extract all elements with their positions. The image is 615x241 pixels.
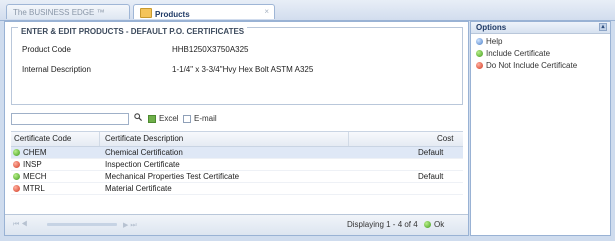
excel-label: Excel [159,114,179,123]
collapse-icon[interactable]: ▴ [599,23,607,31]
status-green-icon [13,173,20,180]
ok-icon [424,221,431,228]
table-row[interactable]: MECH Mechanical Properties Test Certific… [11,171,463,183]
grid-footer: ⏮ ◀ ▶ ⏭ Displaying 1 - 4 of 4 Ok [5,214,468,235]
search-icon[interactable] [134,113,142,121]
product-code-value: HHB1250X3750A325 [172,45,249,54]
excel-checkbox[interactable] [148,115,156,123]
option-exclude-label: Do Not Include Certificate [486,61,578,70]
option-include-label: Include Certificate [486,49,551,58]
status-red-icon [13,161,20,168]
pager-prev-icon[interactable]: ⏮ ◀ [13,221,28,229]
column-divider [99,132,100,146]
cell-code: CHEM [23,148,47,157]
ok-label: Ok [434,220,445,229]
options-panel: Options ▴ Help Include Certificate Do No… [470,21,611,236]
pager-bar [47,223,117,226]
options-header: Options ▴ [471,22,610,34]
grid-toolbar: Excel E-mail [11,113,463,127]
column-divider [348,132,349,146]
include-icon [476,50,483,57]
cell-code: MECH [23,172,47,181]
grid-header: Certificate Code Certificate Description… [11,132,463,147]
email-label: E-mail [194,114,217,123]
cell-description: Material Certificate [105,184,172,193]
tab-products[interactable]: Products × [133,4,275,19]
main-panel: ENTER & EDIT PRODUCTS - DEFAULT P.O. CER… [4,21,469,236]
tab-bar: The BUSINESS EDGE ™ Products × [0,0,615,21]
paging-status: Displaying 1 - 4 of 4 [347,220,418,229]
exclude-icon [476,62,483,69]
option-exclude-certificate[interactable]: Do Not Include Certificate [476,61,577,70]
cell-code: MTRL [23,184,45,193]
cell-description: Inspection Certificate [105,160,180,169]
cell-cost: Default [418,172,444,181]
cell-description: Chemical Certification [105,148,183,157]
cell-cost: Default [418,148,444,157]
option-help-label: Help [486,37,503,46]
product-code-row: Product Code HHB1250X3750A325 [22,45,249,54]
search-input[interactable] [11,113,129,125]
options-title: Options [476,23,507,32]
status-green-icon [13,149,20,156]
cell-code: INSP [23,160,42,169]
product-code-label: Product Code [22,45,71,54]
internal-description-label: Internal Description [22,65,91,74]
tab-business-edge-label: The BUSINESS EDGE ™ [13,8,105,17]
fieldset-legend: ENTER & EDIT PRODUCTS - DEFAULT P.O. CER… [18,27,248,36]
close-tab-icon[interactable]: × [264,7,269,16]
table-row[interactable]: CHEM Chemical Certification Default [11,147,463,159]
internal-description-row: Internal Description 1-1/4" x 3-3/4"Hvy … [22,65,313,74]
col-certificate-description[interactable]: Certificate Description [105,134,183,143]
tab-business-edge[interactable]: The BUSINESS EDGE ™ [6,4,130,19]
pager-next-icon[interactable]: ▶ ⏭ [123,221,137,230]
tab-products-label: Products [155,10,190,19]
internal-description-value: 1-1/4" x 3-3/4"Hvy Hex Bolt ASTM A325 [172,65,314,74]
table-row[interactable]: MTRL Material Certificate [11,183,463,195]
option-include-certificate[interactable]: Include Certificate [476,49,550,58]
ok-button[interactable]: Ok [424,220,444,229]
product-fieldset: ENTER & EDIT PRODUCTS - DEFAULT P.O. CER… [11,27,463,105]
status-red-icon [13,185,20,192]
cell-description: Mechanical Properties Test Certificate [105,172,240,181]
table-row[interactable]: INSP Inspection Certificate [11,159,463,171]
col-cost[interactable]: Cost [437,134,453,143]
email-checkbox[interactable] [183,115,191,123]
certificates-grid: Certificate Code Certificate Description… [11,131,463,210]
folder-icon [140,8,152,18]
help-icon [476,38,483,45]
option-help[interactable]: Help [476,37,502,46]
col-certificate-code[interactable]: Certificate Code [14,134,71,143]
